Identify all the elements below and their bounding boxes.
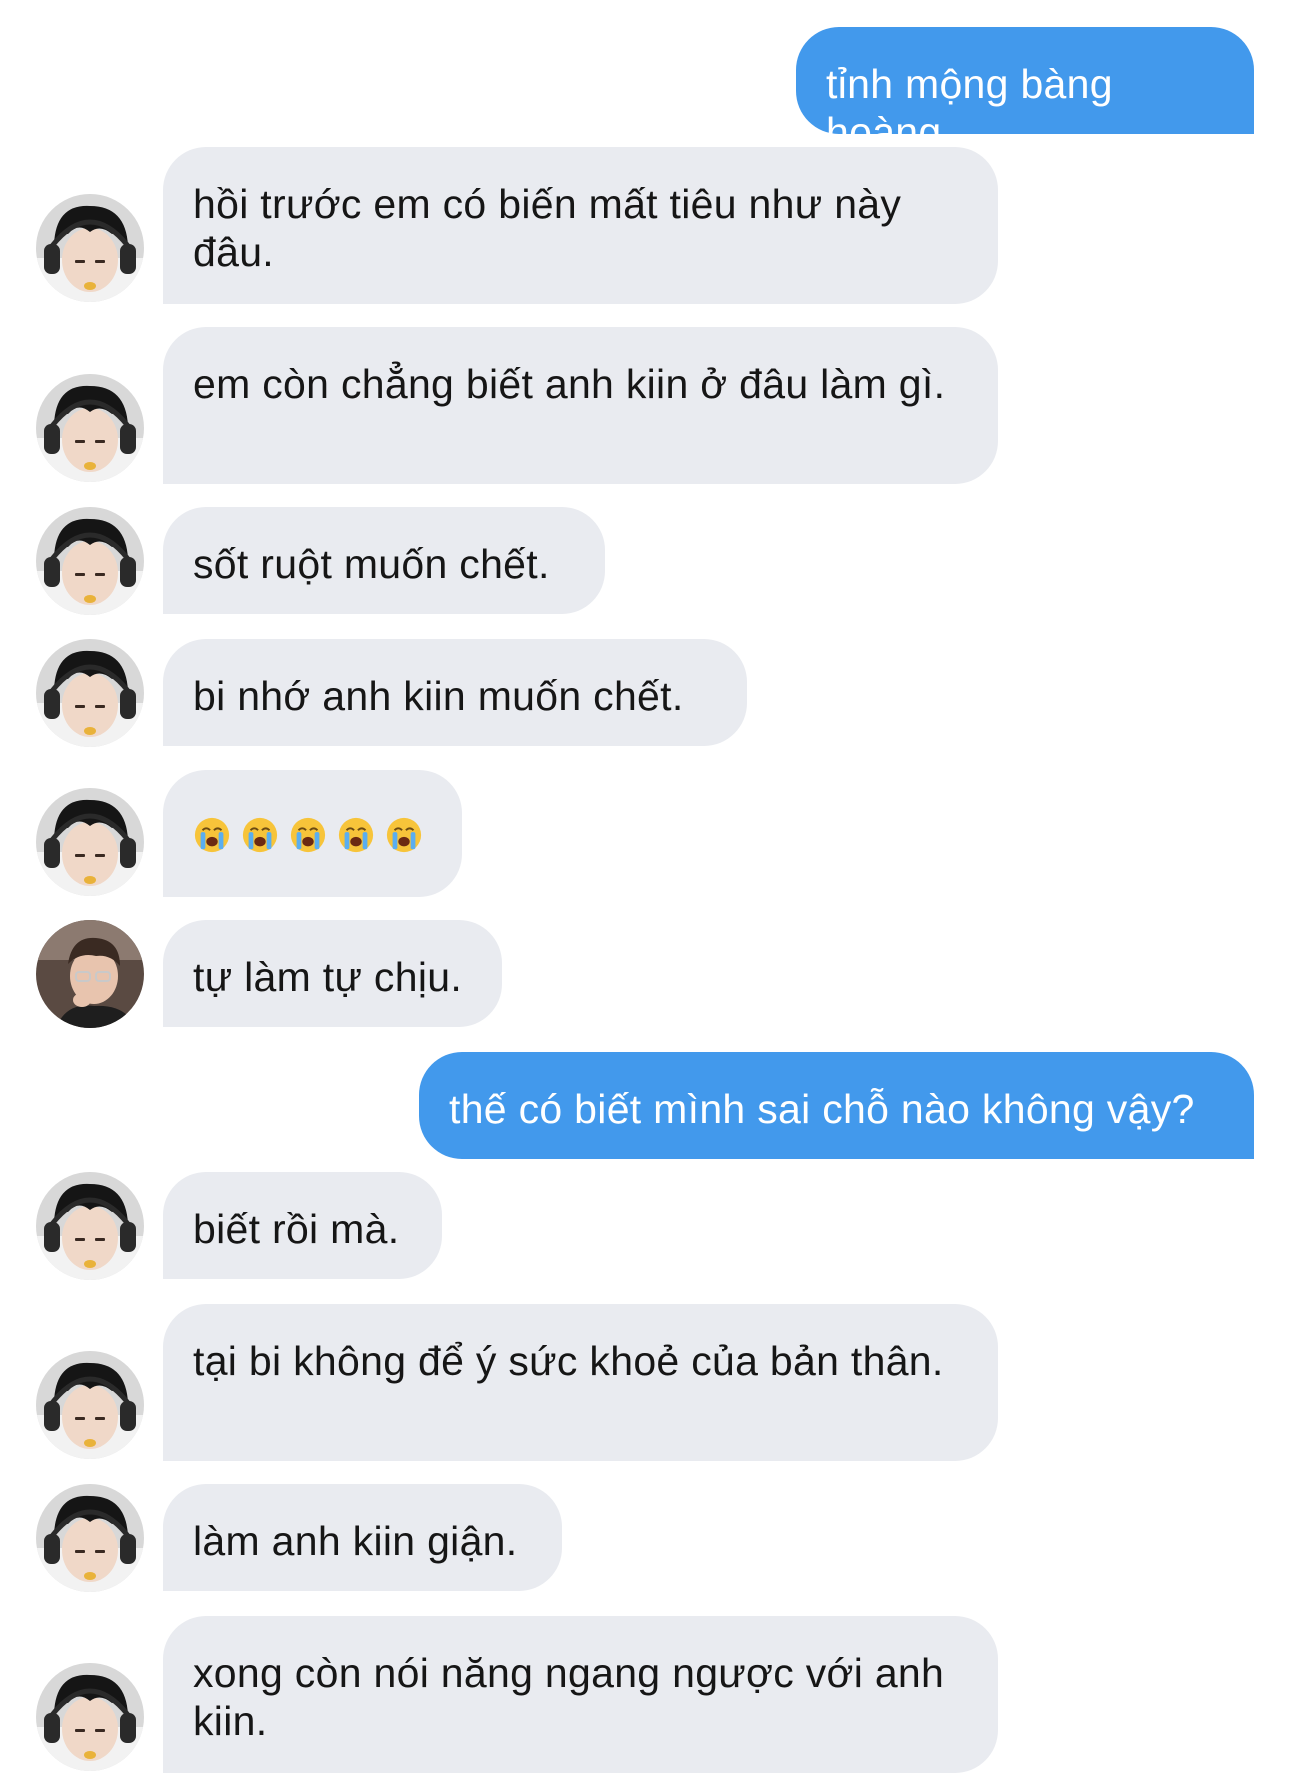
avatar-bi-headphones[interactable] xyxy=(36,788,144,896)
avatar-bi-headphones[interactable] xyxy=(36,194,144,302)
incoming-message-bubble[interactable]: sốt ruột muốn chết. xyxy=(163,507,605,614)
incoming-emoji-bubble[interactable] xyxy=(163,770,462,897)
avatar-image xyxy=(36,1351,144,1459)
loudly-crying-face-emoji xyxy=(386,817,422,853)
message-text: bi nhớ anh kiin muốn chết. xyxy=(193,673,684,719)
avatar-image xyxy=(36,639,144,747)
avatar-bi-headphones[interactable] xyxy=(36,1663,144,1771)
avatar-image xyxy=(36,1172,144,1280)
avatar-image xyxy=(36,194,144,302)
message-text: sốt ruột muốn chết. xyxy=(193,541,550,587)
incoming-message-bubble[interactable]: xong còn nói năng ngang ngược với anh ki… xyxy=(163,1616,998,1773)
avatar-bi-headphones[interactable] xyxy=(36,507,144,615)
incoming-message-bubble[interactable]: làm anh kiin giận. xyxy=(163,1484,562,1591)
avatar-bi-headphones[interactable] xyxy=(36,374,144,482)
loudly-crying-face-emoji xyxy=(242,817,278,853)
outgoing-message-bubble[interactable]: tỉnh mộng bàng hoàng. xyxy=(796,27,1254,155)
loudly-crying-face-emoji xyxy=(338,817,374,853)
avatar-bi-headphones[interactable] xyxy=(36,1351,144,1459)
avatar-image xyxy=(36,1484,144,1592)
avatar-image xyxy=(36,920,144,1028)
avatar-kiin-glasses[interactable] xyxy=(36,920,144,1028)
avatar-image xyxy=(36,788,144,896)
avatar-bi-headphones[interactable] xyxy=(36,1172,144,1280)
emoji-row xyxy=(193,806,432,854)
incoming-message-bubble[interactable]: biết rồi mà. xyxy=(163,1172,442,1279)
avatar-bi-headphones[interactable] xyxy=(36,1484,144,1592)
loudly-crying-face-emoji xyxy=(290,817,326,853)
chat-thread: tỉnh mộng bàng hoàng. hồi trước em có bi… xyxy=(0,0,1290,1786)
avatar-bi-headphones[interactable] xyxy=(36,639,144,747)
avatar-image xyxy=(36,507,144,615)
message-text: tỉnh mộng bàng hoàng. xyxy=(826,61,1113,155)
message-text: thế có biết mình sai chỗ nào không vậy? xyxy=(449,1086,1195,1132)
outgoing-message-bubble[interactable]: thế có biết mình sai chỗ nào không vậy? xyxy=(419,1052,1254,1159)
avatar-image xyxy=(36,1663,144,1771)
avatar-image xyxy=(36,374,144,482)
message-text: hồi trước em có biến mất tiêu như này đâ… xyxy=(193,181,902,275)
incoming-message-bubble[interactable]: em còn chẳng biết anh kiin ở đâu làm gì. xyxy=(163,327,998,484)
message-text: em còn chẳng biết anh kiin ở đâu làm gì. xyxy=(193,361,946,407)
message-text: tự làm tự chịu. xyxy=(193,954,463,1000)
incoming-message-bubble[interactable]: tự làm tự chịu. xyxy=(163,920,502,1027)
incoming-message-bubble[interactable]: hồi trước em có biến mất tiêu như này đâ… xyxy=(163,147,998,304)
message-text: biết rồi mà. xyxy=(193,1206,400,1252)
message-text: làm anh kiin giận. xyxy=(193,1518,518,1564)
incoming-message-bubble[interactable]: tại bi không để ý sức khoẻ của bản thân. xyxy=(163,1304,998,1461)
loudly-crying-face-emoji xyxy=(194,817,230,853)
message-text: xong còn nói năng ngang ngược với anh ki… xyxy=(193,1650,945,1744)
incoming-message-bubble[interactable]: bi nhớ anh kiin muốn chết. xyxy=(163,639,747,746)
message-text: tại bi không để ý sức khoẻ của bản thân. xyxy=(193,1338,944,1384)
